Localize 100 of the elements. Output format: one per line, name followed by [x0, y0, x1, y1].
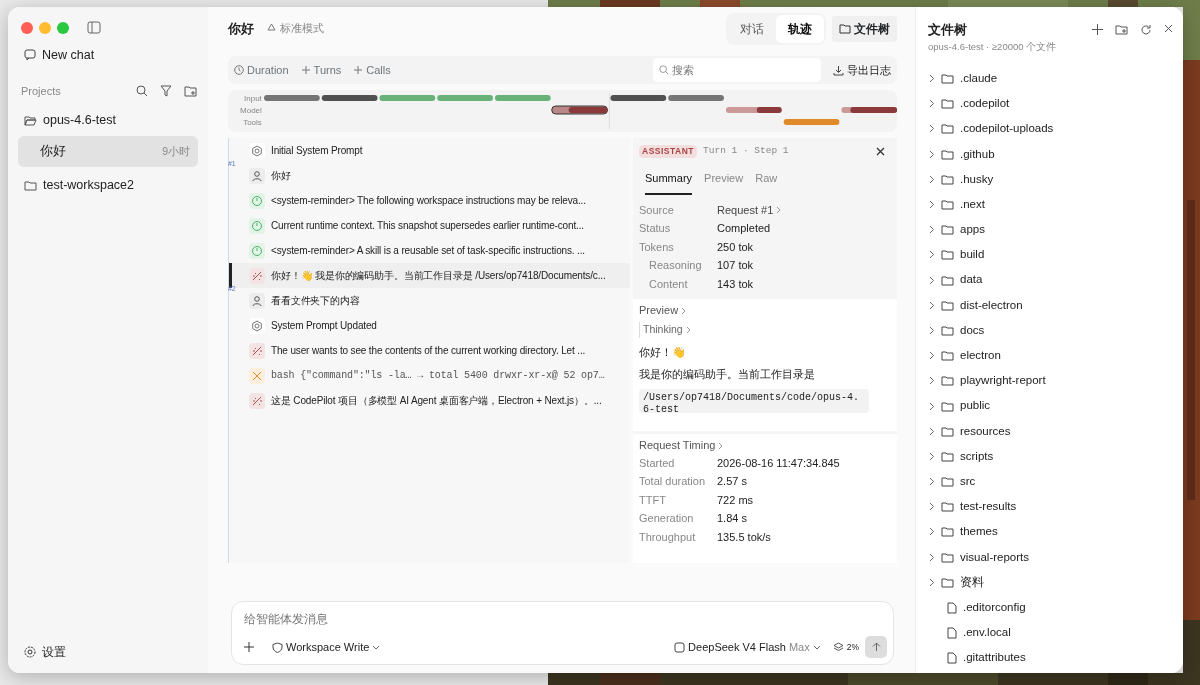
source-link[interactable]: Request #1 [717, 200, 774, 220]
folder-item[interactable]: .husky [928, 166, 1173, 192]
folder-item[interactable]: resources [928, 418, 1173, 444]
field-label: Generation [639, 511, 695, 527]
search-icon [659, 65, 669, 75]
chevron-icon [928, 577, 935, 587]
chevron-icon [928, 527, 935, 537]
close-icon[interactable] [876, 146, 885, 156]
trace-row[interactable]: System Prompt Updated [229, 313, 630, 338]
field-value: 722 ms [717, 492, 754, 508]
add-icon[interactable] [244, 642, 254, 652]
search-field[interactable]: 搜索 [653, 58, 821, 82]
folder-item[interactable]: data [928, 267, 1173, 293]
chat-title: 你好 [228, 19, 254, 38]
trace-row[interactable]: bash {"command":"ls -la… → total 5400 drwxr-xr-x@ 52 op7… [229, 363, 630, 388]
folder-icon [941, 375, 954, 387]
folder-item[interactable]: scripts [928, 443, 1173, 469]
clock-icon [234, 65, 244, 75]
folder-icon [941, 551, 954, 563]
search-icon[interactable] [136, 85, 148, 97]
file-tree-button[interactable]: 文件树 [832, 15, 897, 42]
preview-link[interactable]: Preview [639, 302, 679, 319]
trace-row[interactable]: Current runtime context. This snapshot supersedes earlier runtime-cont... [229, 213, 630, 238]
settings-button[interactable]: 设置 [18, 643, 198, 661]
field-value: 135.5 tok/s [717, 529, 771, 545]
close-window-button[interactable] [21, 21, 33, 34]
thinking-toggle[interactable]: Thinking [643, 321, 683, 338]
trace-row[interactable]: <system-reminder> A skill is a reusable set of task-specific instructions. ... [229, 238, 630, 263]
chat-item[interactable]: 你好 9小时 [18, 136, 198, 167]
refresh-icon[interactable] [1140, 24, 1152, 36]
folder-icon [941, 148, 954, 160]
filter-button[interactable]: Duration [234, 61, 289, 79]
filter-button[interactable]: Turns [300, 61, 342, 79]
file-item[interactable]: .gitattributes [928, 645, 1173, 671]
permission-dropdown[interactable]: Workspace Write [272, 638, 381, 656]
folder-item[interactable]: apps [928, 217, 1173, 243]
chevron-icon [928, 401, 935, 411]
trace-row[interactable]: 这是 CodePilot 项目（多模型 AI Agent 桌面客户端，Electron + Next.js）。... [229, 388, 630, 413]
send-button[interactable] [865, 636, 887, 658]
add-icon[interactable] [1092, 24, 1103, 35]
view-tab[interactable]: 轨迹 [776, 14, 824, 43]
folder-icon [941, 224, 954, 236]
project-item[interactable]: test-workspace2 [18, 169, 198, 201]
new-chat-button[interactable]: New chat [18, 46, 198, 65]
close-icon[interactable] [1164, 24, 1173, 33]
file-icon [947, 651, 957, 664]
folder-item[interactable]: .codepilot-uploads [928, 116, 1173, 142]
folder-item[interactable]: dist-electron [928, 292, 1173, 318]
filter-icon[interactable] [160, 85, 172, 97]
message-composer[interactable]: 给智能体发消息 Workspace Write DeepSeek V4 Flash Max 2% [231, 601, 894, 665]
chevron-icon [928, 250, 935, 260]
file-icon [947, 601, 957, 614]
folder-item[interactable]: build [928, 242, 1173, 268]
folder-icon [941, 350, 954, 362]
view-tab[interactable]: 对话 [728, 14, 776, 43]
chevron-icon [928, 552, 935, 562]
chevron-icon [928, 351, 935, 361]
folder-item[interactable]: public [928, 393, 1173, 419]
folder-item[interactable]: test-results [928, 494, 1173, 520]
chevron-icon [681, 306, 687, 315]
field-value: 2.57 s [717, 474, 747, 490]
folder-icon [941, 249, 954, 261]
folder-item[interactable]: playwright-report [928, 368, 1173, 394]
chevron-icon [928, 502, 935, 512]
field-label: Throughput [639, 529, 697, 545]
add-folder-icon[interactable] [184, 85, 198, 97]
layers-icon [832, 641, 844, 653]
chevron-icon [776, 206, 782, 214]
folder-item[interactable]: .github [928, 141, 1173, 167]
chevron-icon [928, 477, 935, 487]
detail-tab[interactable]: Summary [645, 170, 693, 195]
sidebar-toggle-icon[interactable] [87, 21, 101, 34]
message-input[interactable]: 给智能体发消息 [244, 610, 887, 628]
folder-item[interactable]: src [928, 469, 1173, 495]
field-value: 107 tok [717, 258, 754, 274]
folder-item[interactable]: themes [928, 519, 1173, 545]
folder-item[interactable]: visual-reports [928, 544, 1173, 570]
search-input[interactable]: 搜索 [672, 61, 802, 79]
folder-item[interactable]: .next [928, 191, 1173, 218]
export-log-button[interactable]: 导出日志 [833, 61, 891, 79]
file-item[interactable]: .env.local [928, 620, 1173, 646]
folder-item[interactable]: .claude [928, 66, 1173, 92]
request-timing-link[interactable]: Request Timing [639, 437, 716, 454]
project-item[interactable]: opus-4.6-test [18, 105, 198, 136]
folder-icon [941, 576, 954, 588]
field-label: Source [639, 202, 675, 218]
trace-row[interactable]: The user wants to see the contents of the current working directory. Let ... [229, 338, 630, 363]
folder-item[interactable]: electron [928, 343, 1173, 369]
trace-row[interactable]: <system-reminder> The following workspace instructions may be releva... [229, 188, 630, 213]
folder-icon [941, 274, 954, 286]
model-dropdown[interactable]: DeepSeek V4 Flash Max [674, 638, 821, 656]
file-item[interactable]: .editorconfig [928, 594, 1173, 621]
folder-item[interactable]: docs [928, 317, 1173, 344]
filter-button[interactable]: Calls [353, 61, 391, 79]
add-folder-icon[interactable] [1115, 24, 1128, 35]
settings-icon [24, 646, 36, 658]
folder-item[interactable]: .codepilot [928, 91, 1173, 117]
folder-item[interactable]: 资料 [928, 569, 1173, 595]
cube-icon [674, 641, 686, 653]
preview-text: 我是你的编码助手。当前工作目录是 [639, 367, 816, 382]
